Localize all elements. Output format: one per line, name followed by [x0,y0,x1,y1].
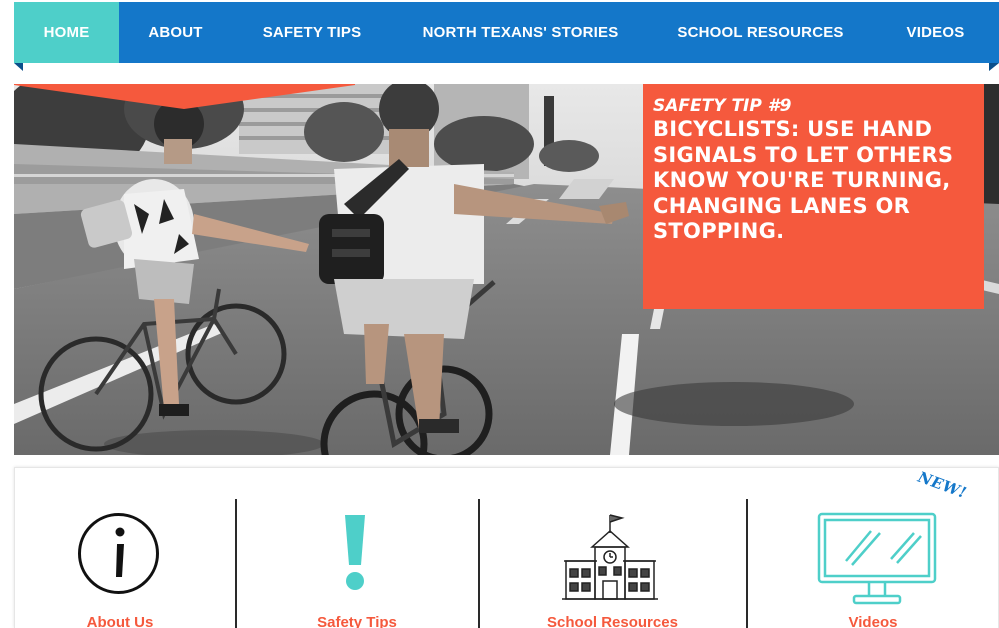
card-school-resources[interactable]: School Resources [480,468,745,628]
card-label-about-us: About Us [86,614,154,628]
feature-cards: About Us Safety Tips School Resources Vi… [14,467,999,628]
nav-ribbon-fold-left [14,63,23,71]
nav-videos[interactable]: VIDEOS [872,2,999,63]
nav-north-texans-stories[interactable]: NORTH TEXANS' STORIES [392,2,649,63]
hero-banner[interactable]: SAFETY TIP #9 BICYCLISTS: USE HAND SIGNA… [14,84,999,455]
nav-ribbon-fold-right [989,63,999,71]
safety-tip-text: BICYCLISTS: USE HAND SIGNALS TO LET OTHE… [653,117,954,243]
safety-tip-number: SAFETY TIP #9 [653,96,792,116]
safety-tip-banner: SAFETY TIP #9 BICYCLISTS: USE HAND SIGNA… [643,84,984,309]
nav-home[interactable]: HOME [14,2,119,63]
card-label-videos: Videos [848,614,898,628]
school-building-icon [562,514,658,600]
card-about-us[interactable]: About Us [15,468,225,628]
card-safety-tips[interactable]: Safety Tips [237,468,477,628]
nav-school-resources[interactable]: SCHOOL RESOURCES [649,2,872,63]
card-label-safety-tips: Safety Tips [317,614,397,628]
nav-about[interactable]: ABOUT [119,2,232,63]
info-icon [78,513,159,594]
monitor-icon [817,512,937,605]
exclamation-icon [345,515,365,590]
nav-safety-tips[interactable]: SAFETY TIPS [232,2,392,63]
card-label-school-resources: School Resources [547,614,678,628]
main-nav: HOME ABOUT SAFETY TIPS NORTH TEXANS' STO… [14,2,999,63]
safety-tip-banner-point [14,84,355,109]
